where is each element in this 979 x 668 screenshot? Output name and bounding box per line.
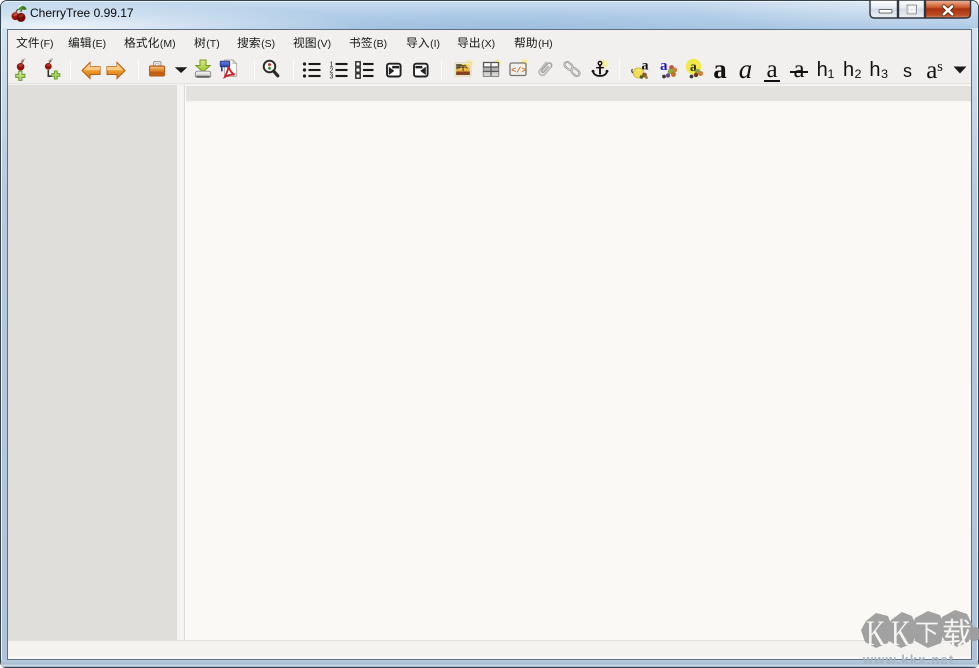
svg-text:(S): (S): [261, 38, 275, 50]
svg-text:(I): (I): [430, 38, 440, 50]
svg-text:a: a: [660, 58, 668, 74]
svg-text:(V): (V): [317, 38, 331, 50]
svg-text:(B): (B): [373, 38, 387, 50]
svg-text:(F): (F): [40, 38, 53, 50]
svg-text:(M): (M): [160, 38, 176, 50]
svg-text:(H): (H): [538, 38, 553, 50]
svg-text:3: 3: [329, 73, 333, 80]
svg-text:(X): (X): [481, 38, 495, 50]
svg-text:(T): (T): [206, 38, 219, 50]
svg-text:</>: </>: [511, 65, 526, 75]
svg-text:(E): (E): [92, 38, 106, 50]
